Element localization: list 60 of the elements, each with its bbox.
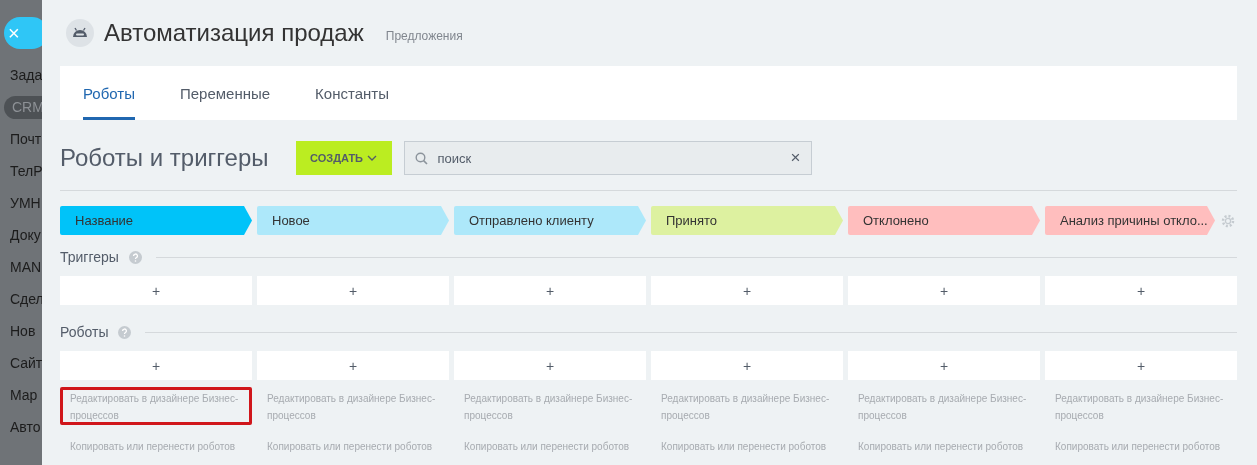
add-robot-button[interactable]: +: [454, 351, 646, 380]
add-robot-button[interactable]: +: [1045, 351, 1237, 380]
stage-header: Название: [60, 206, 252, 235]
close-button[interactable]: ×: [4, 17, 42, 49]
copy-robots-link[interactable]: Копировать или перенести роботов: [267, 441, 433, 452]
sidebar-item[interactable]: Мар: [10, 384, 38, 407]
add-robot-button[interactable]: +: [848, 351, 1040, 380]
designer-link[interactable]: Редактировать в дизайнере Бизнес-процессов: [651, 387, 843, 425]
designer-link[interactable]: Редактировать в дизайнере Бизнес-процессов: [257, 387, 449, 425]
tab[interactable]: Переменные: [179, 66, 271, 120]
add-robot-button[interactable]: +: [60, 351, 252, 380]
search-field[interactable]: поиск ×: [403, 141, 812, 175]
add-trigger-button[interactable]: +: [848, 276, 1040, 305]
page-title: Автоматизация продаж: [104, 19, 364, 47]
add-trigger-button[interactable]: +: [1045, 276, 1237, 305]
stage-header: Отклонено: [848, 206, 1040, 235]
robots-heading: Роботы: [60, 324, 109, 340]
add-robot-button[interactable]: +: [651, 351, 843, 380]
stage-header: Анализ причины откло...: [1045, 206, 1215, 235]
sidebar-item[interactable]: УМН: [10, 192, 41, 215]
sidebar-item[interactable]: MAN: [10, 256, 42, 279]
sidebar-item[interactable]: Сайт: [10, 352, 42, 375]
copy-robots-link[interactable]: Копировать или перенести роботов: [1055, 441, 1221, 452]
stage-header: Принято: [651, 206, 843, 235]
triggers-heading: Триггеры: [60, 249, 119, 265]
help-icon[interactable]: [128, 250, 142, 264]
designer-link[interactable]: Редактировать в дизайнере Бизнес-процессов: [1045, 387, 1237, 425]
add-robot-button[interactable]: +: [257, 351, 449, 380]
designer-link[interactable]: Редактировать в дизайнере Бизнес-процессов: [454, 387, 646, 425]
designer-link[interactable]: Редактировать в дизайнере Бизнес-процессов: [60, 387, 252, 425]
add-trigger-button[interactable]: +: [651, 276, 843, 305]
copy-robots-link[interactable]: Копировать или перенести роботов: [661, 441, 827, 452]
sidebar-item[interactable]: Сдел: [10, 288, 42, 311]
sidebar-item[interactable]: Зада: [10, 64, 42, 87]
sidebar-item[interactable]: CRM: [4, 96, 42, 119]
sidebar-item[interactable]: Нов: [10, 320, 36, 343]
designer-link[interactable]: Редактировать в дизайнере Бизнес-процессов: [848, 387, 1040, 425]
tab[interactable]: Роботы: [83, 66, 135, 120]
add-trigger-button[interactable]: +: [60, 276, 252, 305]
create-button[interactable]: СОЗДАТЬ: [295, 141, 392, 175]
section-title: Роботы и триггеры: [60, 144, 269, 172]
robot-icon: [66, 19, 94, 47]
caret-icon: [367, 155, 377, 161]
copy-robots-link[interactable]: Копировать или перенести роботов: [858, 441, 1024, 452]
sidebar-item[interactable]: Доку: [10, 224, 41, 247]
tab[interactable]: Константы: [315, 66, 389, 120]
settings-icon[interactable]: [1221, 213, 1235, 228]
help-icon[interactable]: [118, 325, 132, 339]
copy-robots-link[interactable]: Копировать или перенести роботов: [464, 441, 630, 452]
search-icon: [414, 151, 428, 165]
add-trigger-button[interactable]: +: [454, 276, 646, 305]
add-trigger-button[interactable]: +: [257, 276, 449, 305]
clear-button[interactable]: ×: [790, 148, 801, 168]
page-subtitle: Предложения: [385, 29, 463, 43]
stage-header: Новое: [257, 206, 449, 235]
sidebar-item[interactable]: ТелР: [10, 160, 42, 183]
sidebar-item[interactable]: Почт: [10, 128, 42, 151]
copy-robots-link[interactable]: Копировать или перенести роботов: [70, 441, 236, 452]
sidebar-item[interactable]: Авто: [10, 416, 41, 439]
stage-header: Отправлено клиенту: [454, 206, 646, 235]
